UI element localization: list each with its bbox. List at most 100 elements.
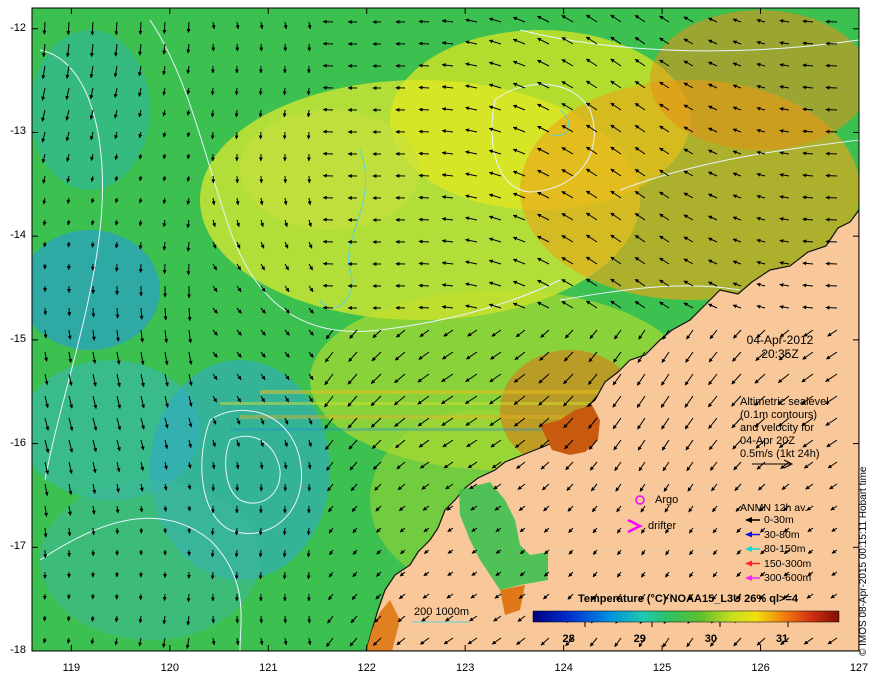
velocity-arrow — [418, 173, 430, 178]
velocity-arrow — [67, 307, 72, 317]
velocity-arrow — [234, 527, 239, 536]
isobath-label: 200 1000m — [414, 606, 470, 618]
velocity-arrow — [418, 85, 430, 90]
velocity-arrow — [418, 63, 430, 68]
velocity-arrow — [259, 43, 264, 52]
velocity-arrow — [186, 21, 191, 33]
velocity-arrow — [258, 527, 263, 536]
velocity-arrow — [42, 615, 47, 622]
velocity-arrow — [258, 571, 263, 580]
velocity-arrow — [825, 195, 838, 200]
lon-label: 125 — [652, 662, 672, 674]
velocity-arrow — [307, 43, 312, 52]
legend-item-label: 0-30m — [764, 514, 794, 526]
legend-title: ANMN 12h av. — [740, 502, 808, 514]
velocity-arrow — [211, 175, 216, 184]
velocity-arrow — [42, 241, 47, 248]
velocity-arrow — [258, 109, 263, 118]
altimetry-line: 0.5m/s (1kt 24h) — [740, 448, 820, 460]
legend-item-label: 150-300m — [764, 557, 812, 570]
velocity-arrow — [283, 43, 288, 52]
velocity-arrow — [235, 175, 240, 184]
velocity-arrow — [418, 19, 430, 24]
velocity-arrow — [418, 239, 430, 244]
velocity-arrow — [306, 109, 311, 118]
credit-text: © IMOS 08-Apr-2015 00:15:11 Hobart time — [858, 466, 869, 657]
velocity-arrow — [163, 527, 168, 534]
colorbar-tick-label: 30 — [704, 633, 718, 645]
velocity-arrow — [825, 63, 838, 68]
velocity-arrow — [825, 239, 838, 244]
velocity-arrow — [418, 195, 430, 200]
velocity-arrow — [138, 21, 143, 35]
velocity-arrow — [418, 41, 430, 46]
lon-label: 124 — [554, 662, 573, 674]
velocity-arrow — [307, 615, 312, 624]
legend-item-label: 30-80m — [764, 528, 800, 541]
velocity-arrow — [825, 41, 838, 46]
lon-label: 119 — [62, 662, 81, 674]
velocity-arrow — [306, 87, 311, 96]
velocity-arrow — [258, 87, 263, 96]
velocity-arrow — [282, 131, 287, 140]
velocity-arrow — [825, 129, 838, 134]
velocity-arrow — [282, 109, 287, 118]
velocity-arrow — [306, 571, 311, 580]
altimetry-line: and velocity for — [740, 422, 814, 434]
velocity-arrow — [825, 305, 838, 310]
velocity-arrow — [114, 241, 119, 249]
velocity-arrow — [211, 43, 216, 52]
altimetry-line: Altimetric sealevel — [740, 396, 829, 408]
velocity-arrow — [825, 283, 838, 288]
velocity-arrow — [234, 549, 239, 558]
velocity-arrow — [210, 109, 215, 118]
legend-item-label: 300-600m — [764, 572, 812, 584]
velocity-arrow — [307, 175, 312, 184]
colorbar-tick-label: 28 — [562, 633, 575, 645]
velocity-arrow — [306, 131, 311, 140]
lon-label: 121 — [259, 662, 278, 674]
velocity-arrow — [210, 87, 215, 96]
velocity-arrow — [234, 87, 239, 96]
altimetry-line: (0.1m contours) — [740, 409, 818, 421]
legend-item-label: 80-150m — [764, 543, 806, 555]
velocity-arrow — [90, 241, 95, 248]
velocity-arrow — [186, 593, 191, 603]
lon-label: 127 — [849, 662, 869, 674]
velocity-arrow — [115, 527, 120, 535]
velocity-arrow — [91, 527, 96, 536]
lat-label: -14 — [10, 229, 26, 242]
velocity-arrow — [139, 527, 144, 534]
velocity-arrow — [115, 307, 120, 319]
lat-label: -15 — [10, 332, 26, 345]
velocity-arrow — [210, 571, 215, 580]
colorbar-tick-label: 29 — [633, 633, 646, 645]
velocity-arrow — [90, 615, 95, 622]
lon-label: 122 — [357, 662, 376, 674]
argo-label: Argo — [655, 494, 679, 506]
velocity-arrow — [825, 173, 838, 178]
altimetry-line: 04-Apr 20Z — [740, 435, 796, 447]
velocity-arrow — [825, 217, 838, 222]
velocity-arrow — [210, 527, 215, 536]
velocity-arrow — [825, 261, 838, 266]
time-label: 20:35Z — [761, 347, 799, 361]
lat-label: -13 — [10, 125, 26, 138]
velocity-arrow — [162, 21, 167, 34]
velocity-arrow — [418, 283, 430, 288]
velocity-arrow — [43, 307, 48, 316]
date-label: 04-Apr-2012 — [746, 333, 814, 347]
drifter-label: drifter — [648, 520, 677, 532]
lat-label: -18 — [10, 644, 26, 656]
colorbar — [532, 610, 840, 623]
velocity-arrow — [259, 615, 264, 624]
velocity-arrow — [187, 527, 192, 534]
velocity-arrow — [91, 307, 96, 318]
velocity-arrow — [235, 615, 240, 624]
velocity-arrow — [825, 19, 838, 24]
velocity-arrow — [418, 151, 430, 156]
velocity-arrow — [418, 107, 430, 112]
velocity-arrow — [282, 571, 287, 580]
velocity-arrow — [825, 107, 838, 112]
velocity-arrow — [418, 217, 430, 222]
